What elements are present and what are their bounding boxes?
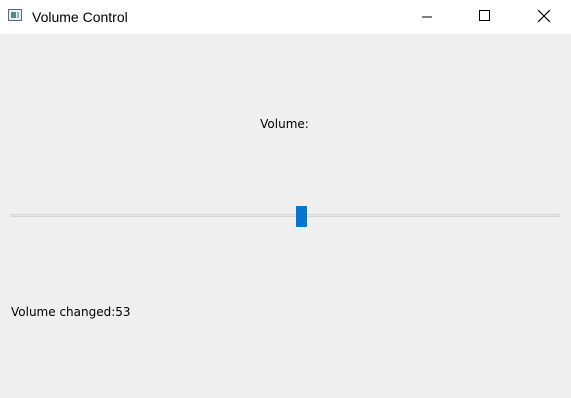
app-icon (8, 9, 22, 21)
slider-thumb[interactable] (296, 206, 307, 227)
volume-label-text: Volume: (260, 117, 309, 131)
minimize-icon (422, 16, 432, 18)
volume-changed-status: Volume changed:53 (11, 305, 131, 319)
window-title: Volume Control (32, 9, 128, 25)
title-bar[interactable]: Volume Control (0, 0, 571, 34)
volume-label: Volume: (0, 116, 571, 132)
close-button[interactable] (514, 0, 571, 34)
slider-track[interactable] (11, 214, 560, 217)
maximize-button[interactable] (456, 0, 514, 34)
close-icon (537, 9, 551, 23)
client-area: Volume: Volume changed:53 (0, 34, 571, 398)
maximize-icon (479, 10, 490, 21)
minimize-button[interactable] (398, 0, 456, 34)
volume-slider[interactable] (11, 206, 560, 228)
volume-control-window: Volume Control Volume: Volume changed:53 (0, 0, 571, 398)
